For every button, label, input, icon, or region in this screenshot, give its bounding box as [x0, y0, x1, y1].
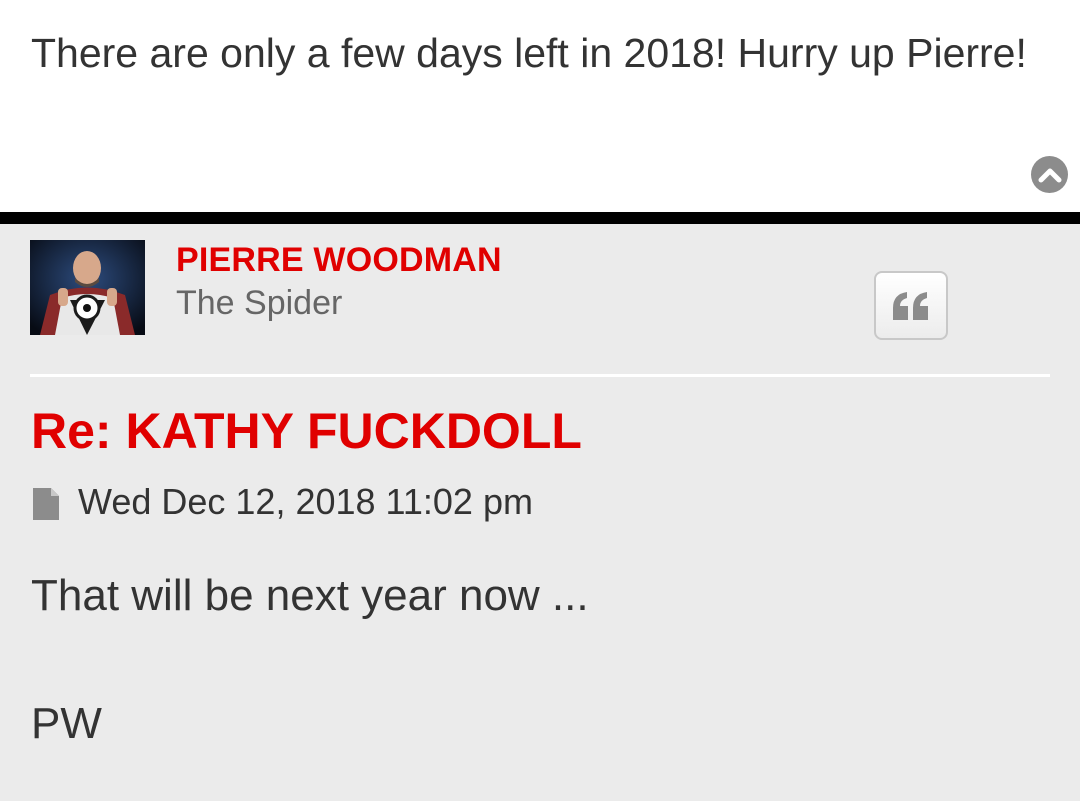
chevron-up-circle-icon — [1038, 168, 1061, 182]
post: PIERRE WOODMAN The Spider Re: KATHY FUCK… — [0, 224, 1080, 801]
back-to-top-button[interactable] — [1031, 156, 1068, 193]
post-author-link[interactable]: PIERRE WOODMAN — [176, 241, 502, 280]
post-author-rank: The Spider — [176, 284, 343, 322]
avatar-image — [30, 240, 145, 335]
post-title-link[interactable]: Re: KATHY FUCKDOLL — [31, 402, 582, 460]
post-header-separator — [30, 374, 1050, 377]
post-meta: Wed Dec 12, 2018 11:02 pm — [31, 480, 533, 524]
post-body-blank-line — [31, 628, 589, 692]
file-icon[interactable] — [31, 480, 61, 524]
quote-icon — [893, 291, 928, 320]
previous-post: There are only a few days left in 2018! … — [0, 0, 1080, 212]
previous-post-text: There are only a few days left in 2018! … — [31, 30, 1027, 76]
post-body: That will be next year now ... PW — [31, 564, 589, 756]
post-divider — [0, 212, 1080, 224]
quote-button[interactable] — [874, 271, 948, 340]
avatar[interactable] — [30, 240, 145, 335]
post-body-line: That will be next year now ... — [31, 571, 589, 620]
post-signature: PW — [31, 699, 102, 748]
post-date: Wed Dec 12, 2018 11:02 pm — [78, 481, 533, 522]
